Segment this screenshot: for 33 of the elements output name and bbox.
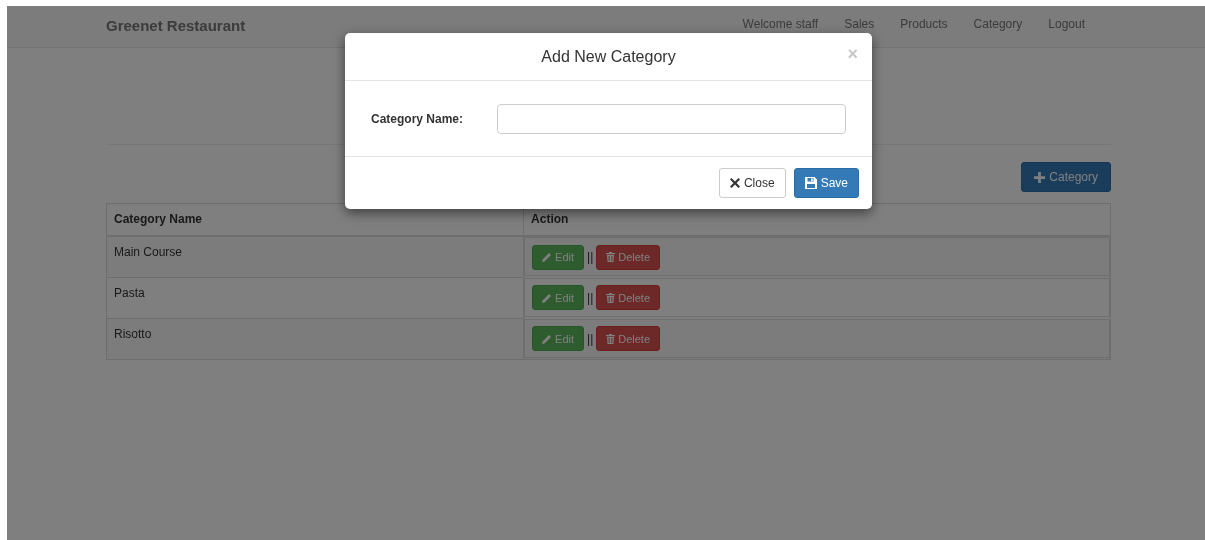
pencil-icon bbox=[542, 252, 553, 262]
separator-text: || bbox=[587, 250, 594, 264]
trash-icon bbox=[606, 333, 616, 344]
nav-link[interactable]: Products bbox=[900, 17, 948, 31]
separator-text: || bbox=[587, 331, 594, 346]
close-icon bbox=[729, 178, 740, 188]
table-cell: Main Course bbox=[106, 236, 524, 278]
welcome-text: Welcome staff bbox=[742, 17, 819, 31]
close-button[interactable]: × bbox=[847, 45, 858, 63]
add-category-button[interactable]: Category bbox=[1021, 162, 1111, 192]
nav-link[interactable]: Logout bbox=[1048, 17, 1085, 31]
field-label: Category Name: bbox=[371, 111, 465, 126]
edit-button[interactable]: Edit bbox=[532, 285, 584, 310]
plus-icon bbox=[1034, 171, 1046, 183]
save-button[interactable]: Save bbox=[793, 168, 859, 198]
modal-title: Add New Category bbox=[541, 47, 676, 66]
separator-text: || bbox=[587, 290, 594, 305]
nav-link[interactable]: Sales bbox=[844, 17, 875, 31]
pencil-icon bbox=[542, 292, 553, 303]
close-button[interactable]: Close bbox=[718, 168, 786, 198]
delete-button[interactable]: Delete bbox=[596, 244, 661, 270]
nav-link[interactable]: Category bbox=[973, 17, 1023, 31]
trash-icon bbox=[606, 292, 616, 303]
edit-button[interactable]: Edit bbox=[532, 326, 584, 351]
trash-icon bbox=[606, 252, 616, 262]
table-cell: Pasta bbox=[106, 277, 524, 319]
delete-button[interactable]: Delete bbox=[596, 285, 661, 310]
table-cell: Risotto bbox=[106, 318, 524, 360]
delete-button[interactable]: Delete bbox=[596, 326, 661, 351]
input-field[interactable] bbox=[497, 103, 846, 134]
edit-button[interactable]: Edit bbox=[532, 244, 584, 270]
brand-title[interactable]: Greenet Restaurant bbox=[106, 17, 246, 34]
pencil-icon bbox=[542, 333, 553, 344]
